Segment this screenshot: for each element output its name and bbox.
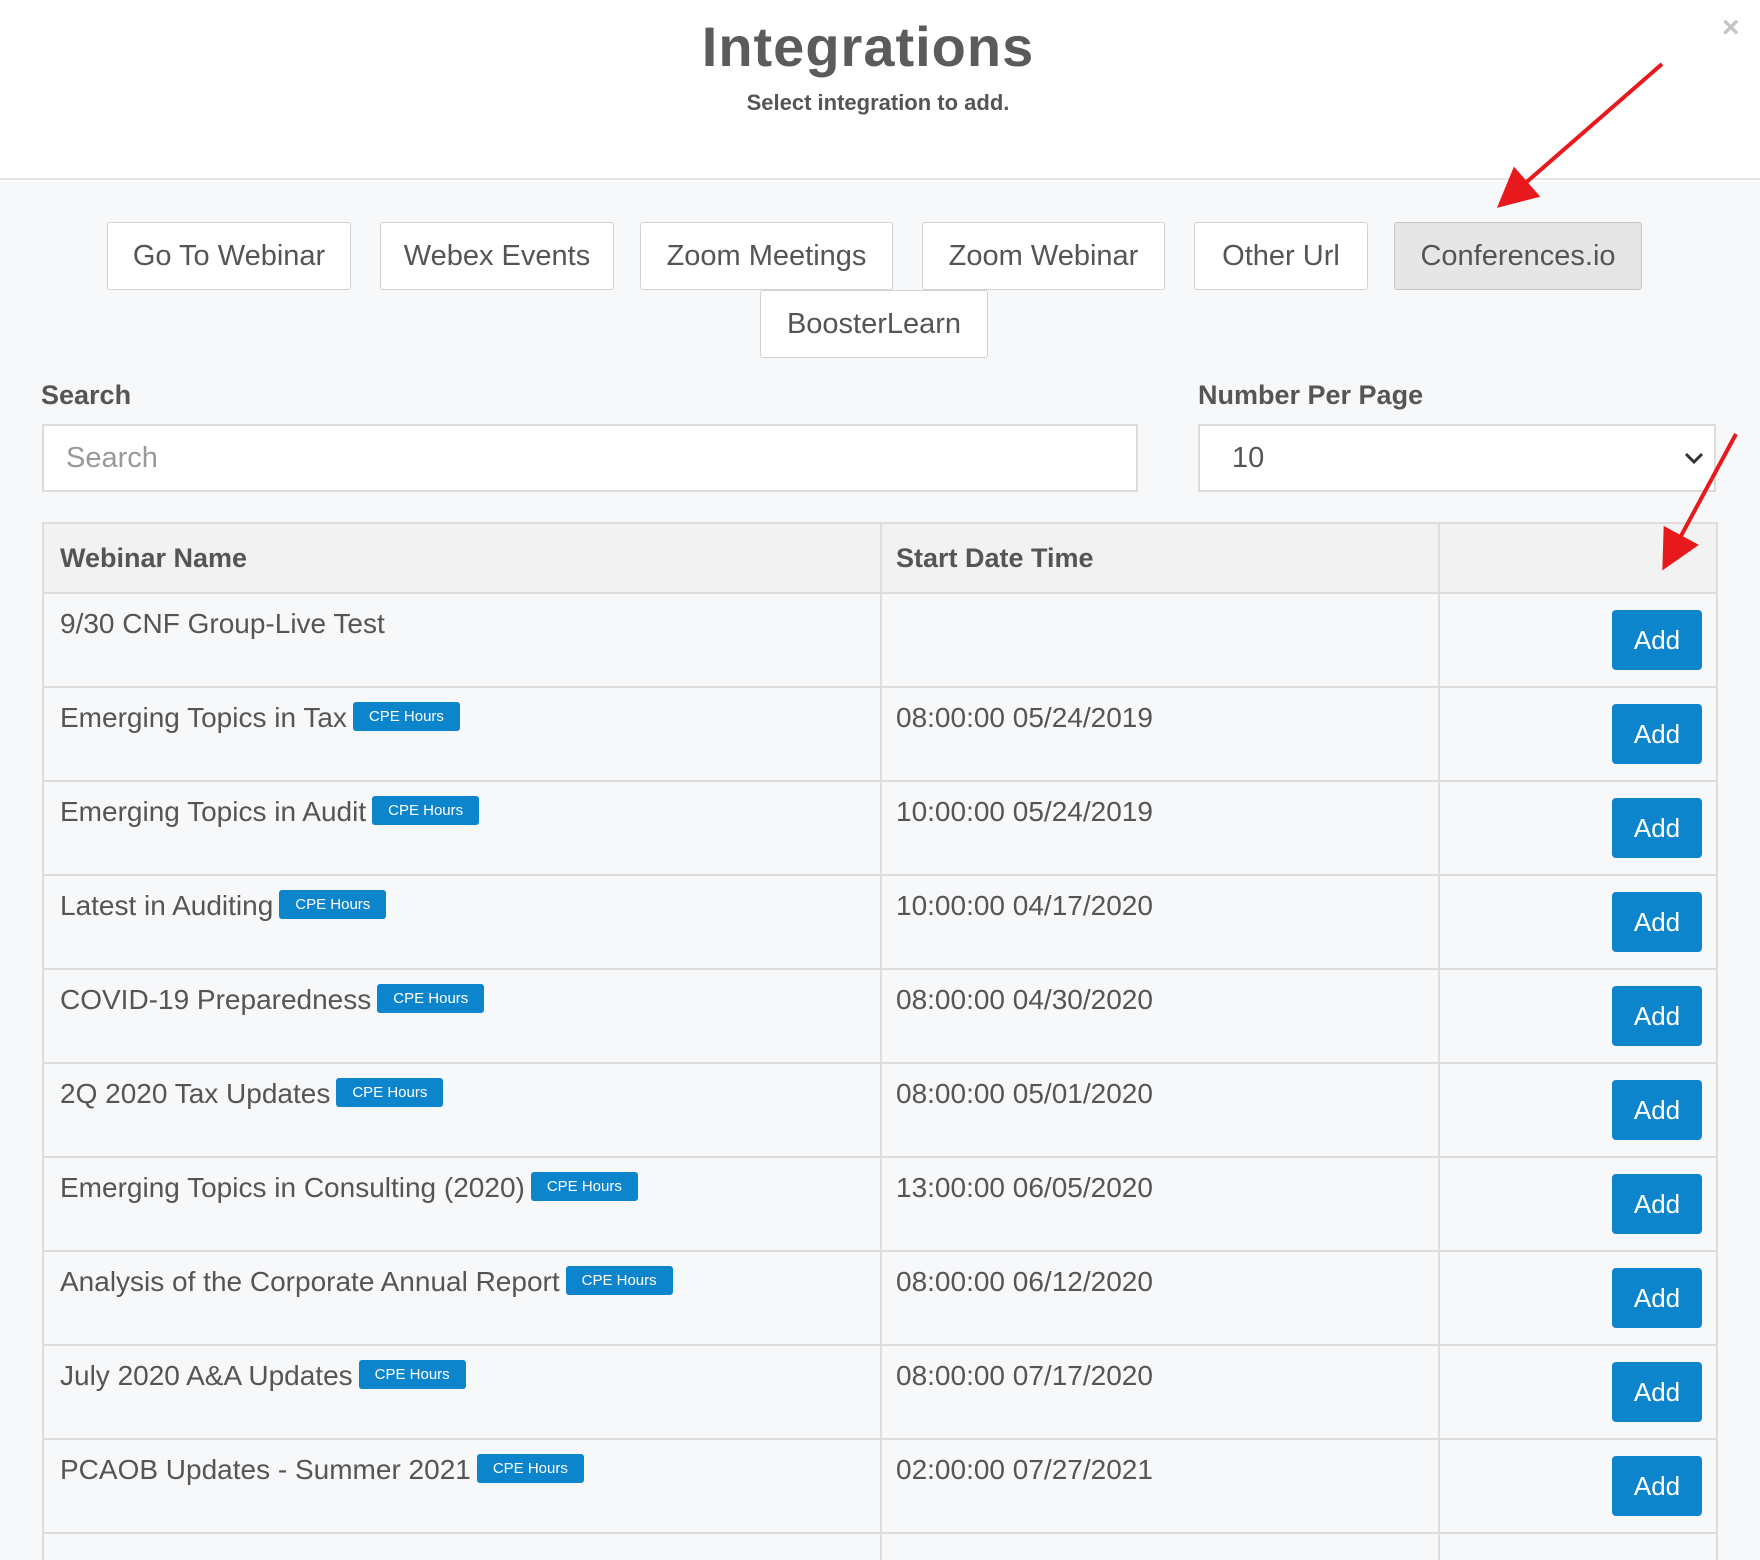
- webinar-name: 2Q 2020 Tax Updates: [60, 1078, 331, 1109]
- start-date-cell: 02:00:00 07/27/2021: [896, 1454, 1153, 1485]
- per-page-label: Number Per Page: [1198, 380, 1424, 410]
- start-date-cell: 08:00:00 05/24/2019: [896, 702, 1153, 733]
- add-button[interactable]: Add: [1612, 704, 1702, 764]
- webinar-name: Latest in Auditing: [60, 890, 274, 921]
- webinar-name-cell: Analysis of the Corporate Annual Report C…: [60, 1266, 673, 1298]
- start-date-cell: 08:00:00 04/30/2020: [896, 984, 1153, 1015]
- cpe-hours-badge: CPE Hours: [352, 702, 460, 732]
- webinar-name-cell: PCAOB Updates - Summer 2021 CPE Hours: [60, 1454, 584, 1486]
- webinar-name-cell: 9/30 CNF Group-Live Test: [60, 608, 385, 640]
- search-label: Search: [41, 380, 132, 410]
- webinar-name: COVID-19 Preparedness: [60, 984, 372, 1015]
- add-button[interactable]: Add: [1612, 892, 1702, 952]
- add-button[interactable]: Add: [1612, 1362, 1702, 1422]
- start-date-cell: 10:00:00 04/17/2020: [896, 890, 1153, 921]
- per-page-value: 10: [1232, 441, 1265, 474]
- webinar-name-cell: July 2020 A&A Updates CPE Hours: [60, 1360, 466, 1392]
- webinar-name: 9/30 CNF Group-Live Test: [60, 608, 385, 639]
- add-button[interactable]: Add: [1612, 798, 1702, 858]
- cpe-hours-badge: CPE Hours: [358, 1360, 466, 1390]
- webinar-name: Emerging Topics in Tax: [60, 702, 347, 733]
- webinar-name-cell: Emerging Topics in Tax CPE Hours: [60, 702, 460, 734]
- cpe-hours-badge: CPE Hours: [336, 1078, 444, 1108]
- modal-subtitle: Select integration to add.: [746, 90, 1010, 115]
- start-date-cell: 10:00:00 05/24/2019: [896, 796, 1153, 827]
- cpe-hours-badge: CPE Hours: [377, 984, 485, 1014]
- add-button[interactable]: Add: [1612, 986, 1702, 1046]
- add-button[interactable]: Add: [1612, 610, 1702, 670]
- webinar-name-cell: COVID-19 Preparedness CPE Hours: [60, 984, 485, 1016]
- integration-zoom-webinar-button[interactable]: Zoom Webinar: [922, 222, 1165, 290]
- add-button[interactable]: Add: [1612, 1456, 1702, 1516]
- cpe-hours-badge: CPE Hours: [476, 1454, 584, 1484]
- webinar-name: July 2020 A&A Updates: [60, 1360, 353, 1391]
- modal-header: Integrations Select integration to add. …: [0, 0, 1760, 180]
- integration-other-url-button[interactable]: Other Url: [1194, 222, 1368, 290]
- cpe-hours-badge: CPE Hours: [372, 796, 480, 826]
- webinar-name-cell: Emerging Topics in Audit CPE Hours: [60, 796, 480, 828]
- webinar-name: Emerging Topics in Consulting (2020): [60, 1172, 525, 1203]
- integration-go-to-webinar-button[interactable]: Go To Webinar: [107, 222, 351, 290]
- integration-webex-events-button[interactable]: Webex Events: [380, 222, 614, 290]
- webinar-table: Webinar Name Start Date Time 9/30 CNF Gr…: [42, 522, 1718, 1560]
- add-button[interactable]: Add: [1612, 1268, 1702, 1328]
- webinar-name: Emerging Topics in Audit: [60, 796, 367, 827]
- integration-conferences-io-button[interactable]: Conferences.io: [1394, 222, 1642, 290]
- start-date-cell: 08:00:00 07/17/2020: [896, 1360, 1153, 1391]
- modal-title: Integrations: [701, 15, 1035, 78]
- webinar-name-cell: Latest in Auditing CPE Hours: [60, 890, 387, 922]
- chevron-down-icon: [1684, 452, 1704, 465]
- webinar-name: PCAOB Updates - Summer 2021: [60, 1454, 471, 1485]
- column-header-webinar-name: Webinar Name: [60, 543, 248, 573]
- column-divider: [880, 524, 882, 1560]
- column-header-actions: [1438, 524, 1454, 592]
- start-date-cell: 13:00:00 06/05/2020: [896, 1172, 1153, 1203]
- column-divider: [1438, 524, 1440, 1560]
- add-button[interactable]: Add: [1612, 1174, 1702, 1234]
- cpe-hours-badge: CPE Hours: [565, 1266, 673, 1296]
- webinar-name: Analysis of the Corporate Annual Report: [60, 1266, 560, 1297]
- cpe-hours-badge: CPE Hours: [279, 890, 387, 920]
- start-date-cell: 08:00:00 05/01/2020: [896, 1078, 1153, 1109]
- add-button[interactable]: Add: [1612, 1080, 1702, 1140]
- webinar-name-cell: Emerging Topics in Consulting (2020) CPE …: [60, 1172, 638, 1204]
- start-date-cell: 08:00:00 06/12/2020: [896, 1266, 1153, 1297]
- integration-boosterlearn-button[interactable]: BoosterLearn: [760, 290, 988, 358]
- webinar-name-cell: 2Q 2020 Tax Updates CPE Hours: [60, 1078, 444, 1110]
- per-page-select[interactable]: 10: [1198, 424, 1716, 492]
- close-icon[interactable]: ×: [1722, 10, 1740, 46]
- search-input[interactable]: [42, 424, 1138, 492]
- column-header-start-date-time: Start Date Time: [896, 543, 1094, 573]
- cpe-hours-badge: CPE Hours: [530, 1172, 638, 1202]
- integration-zoom-meetings-button[interactable]: Zoom Meetings: [640, 222, 893, 290]
